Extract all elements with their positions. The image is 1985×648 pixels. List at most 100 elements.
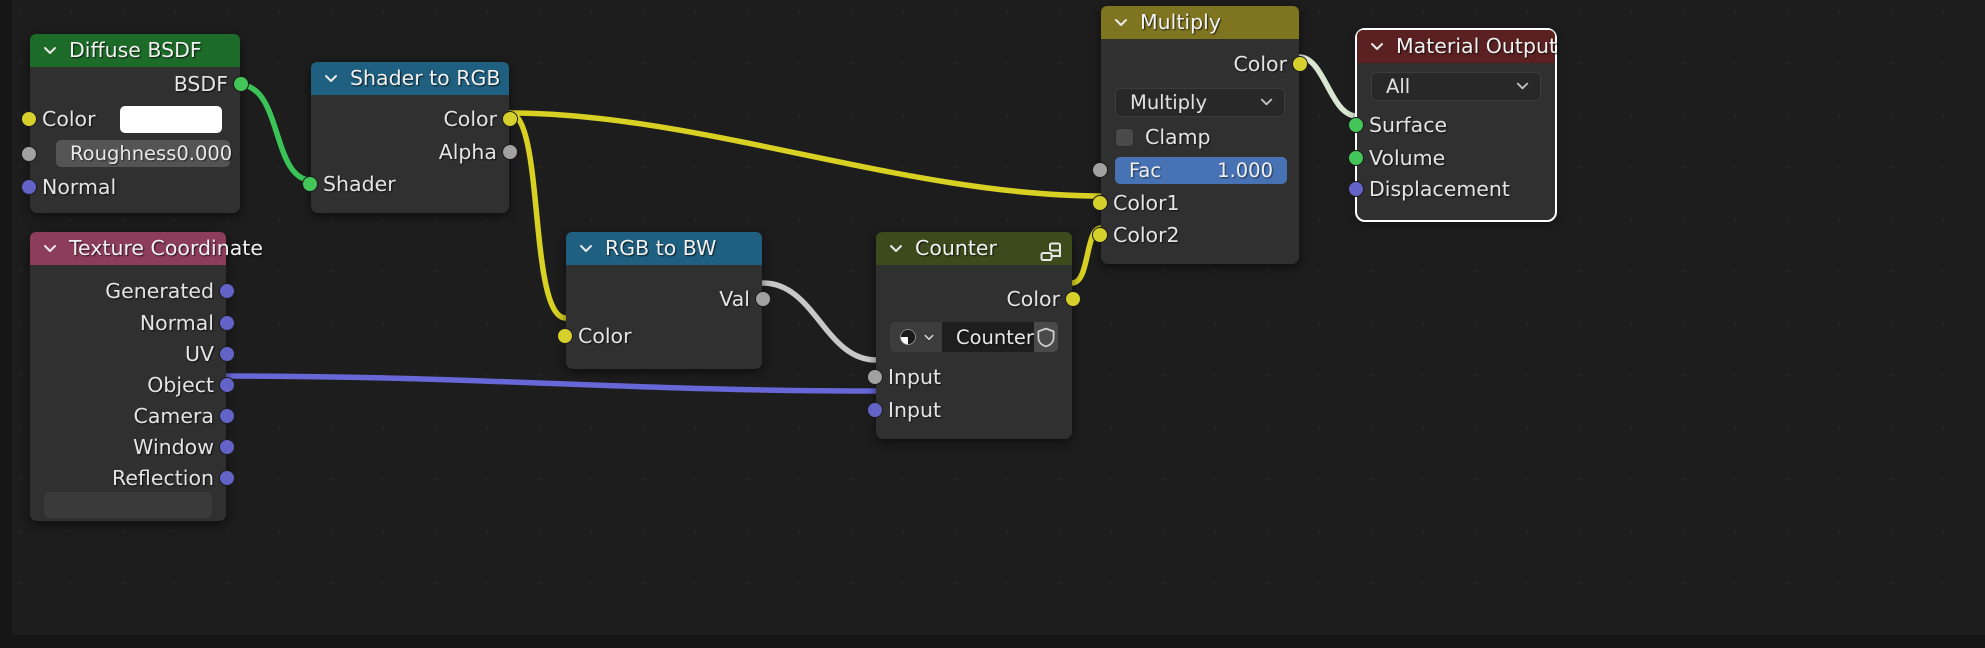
node-editor-canvas[interactable]: Diffuse BSDF BSDF Color Roughness 0.000 bbox=[0, 0, 1985, 648]
socket-in-input-vector[interactable] bbox=[867, 401, 883, 418]
socket-out-reflection[interactable] bbox=[219, 469, 235, 486]
color-swatch-field[interactable] bbox=[119, 105, 222, 133]
input-row-input-value[interactable]: Input bbox=[867, 360, 1072, 394]
editor-bottom-bar bbox=[0, 635, 1985, 648]
socket-in-displacement[interactable] bbox=[1348, 180, 1364, 197]
node-header-rgb-to-bw[interactable]: RGB to BW bbox=[566, 232, 762, 265]
socket-out-uv[interactable] bbox=[219, 345, 235, 362]
from-dupli-checkbox-row[interactable] bbox=[30, 492, 226, 518]
socket-in-input-value[interactable] bbox=[867, 369, 883, 385]
output-row-color[interactable]: Color bbox=[311, 102, 518, 136]
collapse-chevron-icon[interactable] bbox=[1113, 14, 1129, 30]
node-shader-to-rgb[interactable]: Shader to RGB Color Alpha Shader bbox=[302, 62, 518, 213]
node-body-material-output: All Surface Volume Displacement bbox=[1348, 63, 1555, 220]
socket-out-color[interactable] bbox=[502, 111, 518, 127]
fac-label: Fac bbox=[1129, 158, 1162, 182]
output-row-reflection[interactable]: Reflection bbox=[30, 462, 235, 493]
node-group-id-selector[interactable]: Counter bbox=[890, 322, 1058, 352]
output-row-object[interactable]: Object bbox=[30, 369, 235, 400]
socket-in-color[interactable] bbox=[557, 328, 573, 344]
socket-out-normal[interactable] bbox=[219, 314, 235, 331]
socket-in-shader[interactable] bbox=[302, 176, 318, 192]
node-header-counter[interactable]: Counter bbox=[876, 232, 1072, 265]
shield-icon bbox=[1037, 327, 1055, 347]
blend-mode-value: Multiply bbox=[1130, 91, 1208, 114]
socket-out-bsdf[interactable] bbox=[233, 76, 249, 92]
editor-left-gutter bbox=[0, 0, 12, 648]
socket-in-roughness[interactable] bbox=[21, 145, 37, 162]
node-group-name-field[interactable]: Counter bbox=[942, 322, 1034, 352]
output-row-alpha[interactable]: Alpha bbox=[311, 136, 518, 167]
node-header-multiply[interactable]: Multiply bbox=[1101, 6, 1299, 39]
from-instancer-widget[interactable] bbox=[44, 492, 212, 518]
clamp-checkbox-row[interactable]: Clamp bbox=[1101, 122, 1299, 152]
output-row-color[interactable]: Color bbox=[1101, 47, 1308, 81]
socket-out-alpha[interactable] bbox=[502, 143, 518, 160]
fake-user-shield-button[interactable] bbox=[1033, 322, 1058, 352]
input-row-normal[interactable]: Normal bbox=[21, 170, 240, 203]
socket-out-color[interactable] bbox=[1292, 56, 1308, 72]
input-row-roughness[interactable]: Roughness 0.000 bbox=[21, 137, 240, 170]
node-header-texture-coordinate[interactable]: Texture Coordinate bbox=[30, 232, 263, 265]
collapse-chevron-icon[interactable] bbox=[1369, 38, 1385, 54]
blend-mode-dropdown[interactable]: Multiply bbox=[1115, 88, 1285, 117]
output-row-window[interactable]: Window bbox=[30, 431, 235, 462]
input-row-surface[interactable]: Surface bbox=[1348, 108, 1555, 142]
input-row-shader[interactable]: Shader bbox=[302, 167, 509, 201]
fac-slider[interactable]: Fac 1.000 bbox=[1115, 156, 1287, 184]
node-tree-icon bbox=[900, 329, 916, 345]
socket-in-surface[interactable] bbox=[1348, 117, 1364, 133]
input-row-input-vector[interactable]: Input bbox=[867, 394, 1072, 425]
output-label-color: Color bbox=[443, 107, 497, 131]
chevron-down-icon bbox=[924, 334, 934, 340]
socket-in-fac[interactable] bbox=[1092, 162, 1108, 178]
node-group-icon[interactable] bbox=[1040, 239, 1062, 261]
input-row-volume[interactable]: Volume bbox=[1348, 142, 1555, 173]
socket-out-generated[interactable] bbox=[219, 282, 235, 299]
socket-in-normal[interactable] bbox=[21, 178, 37, 195]
socket-in-color2[interactable] bbox=[1092, 226, 1108, 243]
socket-out-color[interactable] bbox=[1065, 291, 1081, 307]
collapse-chevron-icon[interactable] bbox=[42, 42, 58, 58]
node-rgb-to-bw[interactable]: RGB to BW Val Color bbox=[557, 232, 771, 369]
socket-out-window[interactable] bbox=[219, 438, 235, 455]
socket-out-object[interactable] bbox=[219, 376, 235, 393]
node-header-diffuse-bsdf[interactable]: Diffuse BSDF bbox=[30, 34, 240, 67]
socket-out-val[interactable] bbox=[755, 291, 771, 307]
output-row-uv[interactable]: UV bbox=[30, 338, 235, 369]
output-row-normal[interactable]: Normal bbox=[30, 307, 235, 338]
node-counter-group[interactable]: Counter Color Counter Input Input bbox=[867, 232, 1081, 439]
input-row-color2[interactable]: Color2 bbox=[1092, 219, 1299, 250]
input-row-fac[interactable]: Fac 1.000 bbox=[1092, 153, 1299, 187]
node-texture-coordinate[interactable]: Texture Coordinate Generated Normal UV O… bbox=[30, 232, 263, 521]
socket-in-volume[interactable] bbox=[1348, 149, 1364, 166]
output-row-camera[interactable]: Camera bbox=[30, 400, 235, 431]
node-header-material-output[interactable]: Material Output bbox=[1357, 30, 1557, 63]
output-row-bsdf[interactable]: BSDF bbox=[30, 67, 249, 101]
output-label-val: Val bbox=[719, 287, 750, 311]
socket-out-camera[interactable] bbox=[219, 407, 235, 424]
output-row-color[interactable]: Color bbox=[876, 282, 1081, 316]
input-row-color[interactable]: Color bbox=[557, 319, 762, 353]
collapse-chevron-icon[interactable] bbox=[888, 240, 904, 256]
collapse-chevron-icon[interactable] bbox=[42, 240, 58, 256]
node-multiply-mix-rgb[interactable]: Multiply Color Multiply Clamp Fac 1.000 … bbox=[1092, 6, 1308, 264]
collapse-chevron-icon[interactable] bbox=[323, 70, 339, 86]
node-title: Multiply bbox=[1140, 10, 1221, 34]
node-diffuse-bsdf[interactable]: Diffuse BSDF BSDF Color Roughness 0.000 bbox=[21, 34, 249, 213]
node-tree-icon-button[interactable] bbox=[890, 322, 942, 352]
collapse-chevron-icon[interactable] bbox=[578, 240, 594, 256]
target-dropdown[interactable]: All bbox=[1371, 72, 1541, 101]
node-header-shader-to-rgb[interactable]: Shader to RGB bbox=[311, 62, 509, 95]
input-label-color: Color bbox=[42, 107, 96, 131]
node-material-output[interactable]: Material Output All Surface Volume Displ… bbox=[1348, 28, 1557, 222]
clamp-checkbox[interactable] bbox=[1115, 127, 1134, 147]
socket-in-color1[interactable] bbox=[1092, 195, 1108, 211]
input-row-displacement[interactable]: Displacement bbox=[1348, 173, 1555, 204]
socket-in-color[interactable] bbox=[21, 111, 37, 127]
output-row-val[interactable]: Val bbox=[566, 282, 771, 316]
output-row-generated[interactable]: Generated bbox=[30, 274, 235, 307]
roughness-number-field[interactable]: Roughness 0.000 bbox=[56, 140, 232, 167]
input-row-color1[interactable]: Color1 bbox=[1092, 187, 1299, 219]
input-row-color[interactable]: Color bbox=[21, 101, 240, 137]
